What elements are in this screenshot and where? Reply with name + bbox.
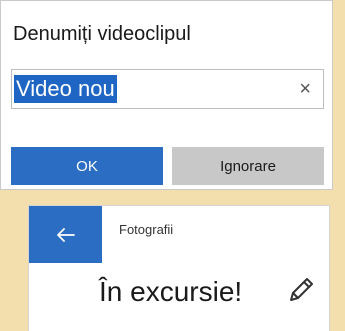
app-title: Fotografii (119, 222, 174, 237)
back-button[interactable] (29, 206, 102, 263)
dialog-title: Denumiți videoclipul (13, 23, 191, 45)
pencil-icon[interactable] (285, 274, 317, 306)
photos-app-panel: Fotografii În excursie! (28, 205, 330, 331)
rename-video-dialog: Denumiți videoclipul Video nou × OK Igno… (0, 0, 333, 190)
cancel-button[interactable]: Ignorare (172, 147, 324, 185)
close-icon[interactable]: × (299, 78, 311, 100)
ok-button[interactable]: OK (11, 147, 163, 185)
video-name-value[interactable]: Video nou (14, 75, 117, 103)
album-title[interactable]: În excursie! (99, 276, 242, 308)
back-arrow-icon (56, 227, 75, 242)
video-name-input[interactable]: Video nou × (11, 69, 324, 109)
